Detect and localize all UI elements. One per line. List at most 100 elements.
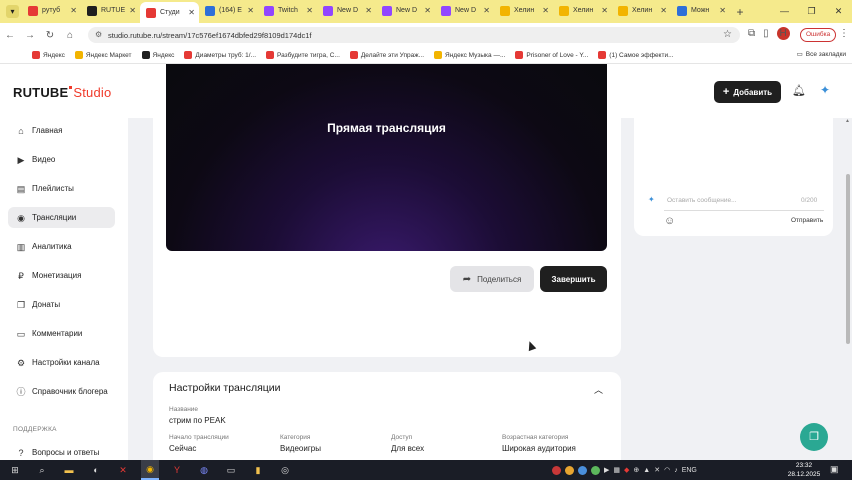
sidebar-item-faq[interactable]: ? Вопросы и ответы: [8, 442, 115, 460]
browser-tab[interactable]: Twitch ✕: [258, 0, 317, 21]
forward-icon[interactable]: →: [20, 30, 40, 41]
minimize-icon[interactable]: —: [771, 0, 798, 23]
maximize-icon[interactable]: ❐: [798, 0, 825, 23]
site-info-icon[interactable]: ⚙: [95, 30, 102, 39]
tab-close-icon[interactable]: ✕: [483, 6, 490, 15]
wifi-icon[interactable]: ◠: [664, 466, 670, 474]
sidebar-item-monetization[interactable]: ₽ Монетизация: [8, 265, 115, 286]
browser-menu-icon[interactable]: ⋮: [839, 28, 849, 39]
tray-app-icon[interactable]: [578, 465, 587, 475]
page-scrollbar[interactable]: ▲: [845, 118, 851, 460]
sidebar-item-playlists[interactable]: ▤ Плейлисты: [8, 178, 115, 199]
home-icon[interactable]: ⌂: [60, 30, 80, 41]
tab-close-icon[interactable]: ✕: [129, 6, 136, 15]
extensions-icon[interactable]: ⧉: [748, 28, 755, 39]
chrome-icon[interactable]: ◉: [141, 460, 159, 480]
address-bar[interactable]: ⚙ studio.rutube.ru/stream/17c576ef1674db…: [88, 27, 740, 43]
bookmark-item[interactable]: Prisoner of Love - Y...: [515, 51, 588, 59]
browser-tab[interactable]: New D ✕: [317, 0, 376, 21]
sidebar-item-home[interactable]: ⌂ Главная: [8, 120, 115, 141]
finish-stream-button[interactable]: Завершить: [540, 266, 607, 292]
browser-tab[interactable]: RUTUE ✕: [81, 0, 140, 21]
tab-close-icon[interactable]: ✕: [70, 6, 77, 15]
tab-close-icon[interactable]: ✕: [247, 6, 254, 15]
tab-close-icon[interactable]: ✕: [601, 6, 608, 15]
setting-field-value[interactable]: Видеоигры: [280, 444, 321, 453]
emoji-icon[interactable]: ☺: [664, 215, 675, 227]
tray-icon[interactable]: ⊕: [633, 466, 639, 474]
sidebar-item-video[interactable]: ▶ Видео: [8, 149, 115, 170]
tray-icon[interactable]: ▦: [613, 466, 620, 474]
bookmark-item[interactable]: Яндекс: [32, 51, 65, 59]
browser-tab[interactable]: Хелин ✕: [553, 0, 612, 21]
browser-tab[interactable]: New D ✕: [435, 0, 494, 21]
user-avatar-icon[interactable]: ✦: [820, 83, 830, 97]
browser-tab[interactable]: (164) E ✕: [199, 0, 258, 21]
tray-app-icon[interactable]: [552, 465, 561, 475]
steam-icon[interactable]: ◐: [87, 460, 105, 480]
tray-icon[interactable]: ▲: [643, 467, 650, 474]
sidebar-item-channel-settings[interactable]: ⚙ Настройки канала: [8, 352, 115, 373]
tray-icon[interactable]: ▶: [604, 466, 609, 474]
tray-app-icon[interactable]: [591, 465, 600, 475]
terminal-icon[interactable]: ▭: [222, 460, 240, 480]
discord-icon[interactable]: ◍: [195, 460, 213, 480]
obs-icon[interactable]: ◎: [276, 460, 294, 480]
bookmark-item[interactable]: (1) Самое эффекти...: [598, 51, 674, 59]
back-icon[interactable]: ←: [0, 30, 20, 41]
chat-send-button[interactable]: Отправить: [791, 217, 823, 224]
scroll-thumb[interactable]: [846, 174, 850, 344]
add-button[interactable]: + Добавить: [714, 81, 781, 103]
all-bookmarks[interactable]: ▭ Все закладки: [797, 50, 846, 59]
bookmark-item[interactable]: Яндекс: [141, 51, 174, 59]
browser-tab[interactable]: рутуб ✕: [22, 0, 81, 21]
bookmark-item[interactable]: Делайте эти Упраж...: [349, 51, 424, 59]
chevron-up-icon[interactable]: ︿: [594, 383, 603, 396]
tray-icon[interactable]: ◆: [624, 466, 629, 474]
file-explorer-icon[interactable]: ▬: [60, 460, 78, 480]
close-window-icon[interactable]: ✕: [825, 0, 852, 23]
search-icon[interactable]: ⌕: [33, 460, 51, 480]
sidebar-item-streams[interactable]: ◉ Трансляции: [8, 207, 115, 228]
setting-field-value[interactable]: Сейчас: [169, 444, 196, 453]
windows-start-icon[interactable]: ⊞: [6, 460, 24, 480]
profile-avatar[interactable]: Н: [776, 27, 790, 40]
sidepanel-icon[interactable]: ▯: [763, 28, 769, 39]
sidebar-item-donations[interactable]: ❐ Донаты: [8, 294, 115, 315]
browser-tab[interactable]: Студи ✕: [140, 2, 199, 23]
notifications-bell-icon[interactable]: 🔔︎: [792, 84, 806, 97]
bookmark-star-icon[interactable]: ☆: [723, 29, 732, 40]
browser-tab[interactable]: Можн ✕: [671, 0, 730, 21]
tab-close-icon[interactable]: ✕: [660, 6, 667, 15]
video-player[interactable]: Прямая трансляция: [166, 64, 607, 251]
bookmark-item[interactable]: Разбудите тигра, С...: [266, 51, 340, 59]
browser-tab[interactable]: Хелин ✕: [612, 0, 671, 21]
error-button[interactable]: Ошибка: [800, 28, 837, 42]
yandex-browser-icon[interactable]: Y: [168, 460, 186, 480]
notifications-icon[interactable]: ▣: [830, 464, 839, 475]
reload-icon[interactable]: ↻: [40, 30, 60, 41]
sidebar-item-analytics[interactable]: ▥ Аналитика: [8, 236, 115, 257]
bookmark-item[interactable]: Диаметры труб: 1/...: [184, 51, 256, 59]
support-chat-button[interactable]: ❐: [800, 423, 828, 451]
tab-close-icon[interactable]: ✕: [424, 6, 431, 15]
scroll-up-icon[interactable]: ▲: [845, 118, 850, 124]
app-bars-icon[interactable]: ▮: [249, 460, 267, 480]
bookmark-item[interactable]: Яндекс Маркет: [74, 51, 132, 59]
setting-field-value[interactable]: Широкая аудитория: [502, 444, 576, 453]
tab-close-icon[interactable]: ✕: [365, 6, 372, 15]
language-indicator[interactable]: ENG: [682, 467, 697, 474]
app-x-icon[interactable]: ✕: [114, 460, 132, 480]
browser-tab[interactable]: Хелин ✕: [494, 0, 553, 21]
clock[interactable]: 23:32 28.12.2025: [786, 461, 822, 479]
tab-close-icon[interactable]: ✕: [306, 6, 313, 15]
tray-icon[interactable]: ✕: [654, 466, 660, 474]
sidebar-item-blogger-guide[interactable]: ⓘ Справочник блогера: [8, 381, 115, 402]
rutube-studio-logo[interactable]: RUTUBE Studio: [13, 85, 111, 100]
browser-tab[interactable]: New D ✕: [376, 0, 435, 21]
new-tab-button[interactable]: +: [730, 5, 750, 19]
tab-close-icon[interactable]: ✕: [188, 8, 195, 17]
tray-app-icon[interactable]: [565, 465, 574, 475]
setting-field-value[interactable]: Для всех: [391, 444, 424, 453]
tab-close-icon[interactable]: ✕: [542, 6, 549, 15]
